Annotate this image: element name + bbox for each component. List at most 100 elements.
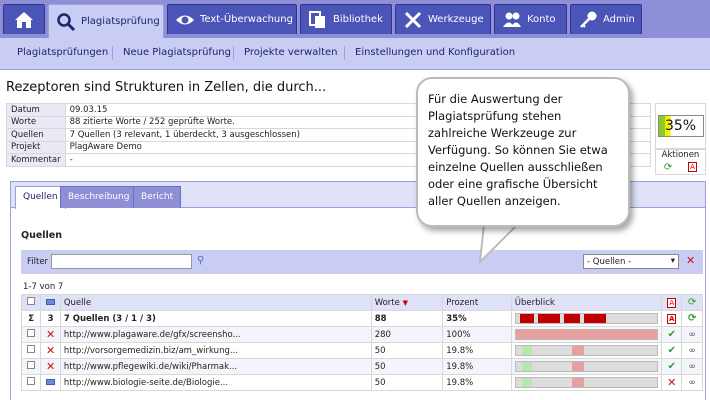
row-checkbox[interactable] [27, 361, 36, 369]
summary-words: 88 [370, 310, 444, 327]
source-url[interactable]: http://www.biologie-seite.de/Biologie... [59, 374, 372, 391]
table-header: Quelle Worte ▼ Prozent Überblick A ⟳ [20, 294, 703, 311]
info-key: Kommentar [6, 153, 66, 167]
row-checkbox[interactable] [27, 377, 36, 385]
refresh-icon[interactable]: ⟳ [688, 313, 696, 324]
info-key: Datum [6, 103, 66, 117]
folder-icon [46, 298, 56, 305]
link-icon[interactable]: ∞ [688, 378, 696, 388]
sources-select[interactable]: - Quellen - [583, 254, 679, 269]
match-segment [563, 314, 580, 323]
filter-label: Filter [27, 257, 49, 267]
tab-admin[interactable]: Admin [570, 4, 642, 34]
sources-table: Quelle Worte ▼ Prozent Überblick A ⟳ Σ 3… [20, 294, 703, 391]
refresh-icon[interactable]: ⟳ [688, 297, 696, 308]
source-percent: 19.8% [442, 342, 512, 359]
tab-home[interactable] [3, 4, 45, 34]
info-key: Projekt [6, 140, 66, 154]
source-words: 280 [370, 326, 444, 343]
eye-icon [174, 9, 196, 31]
header-overview: Überblick [510, 294, 663, 311]
home-icon [13, 9, 35, 31]
tab-konto[interactable]: Konto [494, 4, 567, 34]
excluded-icon: ✕ [46, 344, 56, 357]
tab-text-ueberwachung[interactable]: Text-Überwachung [167, 4, 297, 34]
filter-input[interactable] [51, 254, 192, 269]
source-words: 50 [370, 358, 444, 375]
table-row[interactable]: ✕ http://www.plagaware.de/gfx/screensho.… [20, 326, 703, 343]
table-row[interactable]: ✕ http://www.pflegewiki.de/wiki/Pharmak.… [20, 358, 703, 375]
tab-quellen[interactable]: Quellen [15, 186, 66, 209]
header-percent[interactable]: Prozent [442, 294, 512, 311]
source-words: 50 [370, 342, 444, 359]
score-gauge: 35% [657, 115, 704, 137]
header-source[interactable]: Quelle [59, 294, 372, 311]
checkmark-icon[interactable]: ✔ [668, 345, 676, 356]
exclude-icon[interactable]: ✕ [667, 376, 676, 389]
pdf-icon[interactable]: A [667, 297, 677, 308]
pdf-icon[interactable]: A [667, 313, 677, 324]
result-count: 1-7 von 7 [23, 282, 64, 292]
match-segment [537, 314, 560, 323]
tab-label: Konto [527, 14, 556, 25]
info-key: Quellen [6, 128, 66, 142]
table-row[interactable]: ✕ http://vorsorgemedizin.biz/am_wirkung.… [20, 342, 703, 359]
source-url[interactable]: http://www.pflegewiki.de/wiki/Pharmak... [59, 358, 372, 375]
link-icon[interactable]: ∞ [688, 346, 696, 356]
magnifier-icon [55, 11, 77, 33]
source-url[interactable]: http://www.plagaware.de/gfx/screensho... [59, 326, 372, 343]
tooltip-balloon: Für die Auswertung der Plagiatsprüfung s… [416, 77, 630, 227]
match-segment [571, 362, 584, 371]
subnav-plagiatspruefungen[interactable]: Plagiatsprüfungen [17, 47, 108, 58]
actions-cell: Aktionen ⟳ A [655, 149, 706, 175]
info-key: Worte [6, 115, 66, 129]
select-all-checkbox[interactable] [27, 297, 36, 305]
checkmark-icon[interactable]: ✔ [668, 361, 676, 372]
tab-label: Werkzeuge [428, 14, 484, 25]
clear-filter-icon[interactable]: ✕ [686, 254, 695, 267]
sigma-symbol: Σ [20, 310, 42, 327]
match-segment [521, 378, 532, 387]
tab-bericht[interactable]: Bericht [133, 186, 182, 208]
users-icon [501, 9, 523, 31]
tab-beschreibung[interactable]: Beschreibung [60, 186, 138, 208]
source-words: 50 [370, 374, 444, 391]
source-percent: 19.8% [442, 358, 512, 375]
checkmark-icon[interactable]: ✔ [668, 329, 676, 340]
divider [112, 46, 113, 60]
table-row[interactable]: http://www.biologie-seite.de/Biologie...… [20, 374, 703, 391]
divider [344, 46, 345, 60]
tools-icon [402, 9, 424, 31]
score-box: 35% [655, 103, 706, 149]
row-checkbox[interactable] [27, 329, 36, 337]
folder-icon [46, 378, 56, 385]
overview-bar [514, 377, 659, 388]
match-segment [519, 314, 534, 323]
link-icon[interactable]: ∞ [688, 330, 696, 340]
filter-bar: Filter ⚲ - Quellen - ✕ [21, 250, 703, 274]
tab-plagiatspruefung[interactable]: Plagiatsprüfung [48, 4, 164, 38]
row-checkbox[interactable] [27, 345, 36, 353]
header-words[interactable]: Worte ▼ [370, 294, 444, 311]
link-icon[interactable]: ∞ [688, 362, 696, 372]
search-icon[interactable]: ⚲ [197, 255, 204, 266]
key-icon [577, 9, 599, 31]
match-segment [571, 346, 584, 355]
excluded-icon: ✕ [46, 360, 56, 373]
tab-bibliothek[interactable]: Bibliothek [300, 4, 392, 34]
pdf-icon[interactable]: A [688, 162, 698, 172]
page-title: Rezeptoren sind Strukturen in Zellen, di… [6, 80, 327, 95]
source-percent: 19.8% [442, 374, 512, 391]
sub-navigation: Plagiatsprüfungen Neue Plagiatsprüfung P… [0, 38, 710, 70]
match-segment [521, 346, 532, 355]
source-url[interactable]: http://vorsorgemedizin.biz/am_wirkung... [59, 342, 372, 359]
subnav-einstellungen[interactable]: Einstellungen und Konfiguration [355, 47, 515, 58]
overview-bar [514, 329, 659, 340]
subnav-neue-plagiatspruefung[interactable]: Neue Plagiatsprüfung [123, 47, 231, 58]
actions-label: Aktionen [661, 150, 700, 160]
subnav-projekte-verwalten[interactable]: Projekte verwalten [244, 47, 338, 58]
refresh-icon[interactable]: ⟳ [664, 162, 672, 173]
tab-werkzeuge[interactable]: Werkzeuge [395, 4, 491, 34]
tab-label: Plagiatsprüfung [81, 16, 160, 27]
tab-label: Text-Überwachung [200, 14, 293, 25]
